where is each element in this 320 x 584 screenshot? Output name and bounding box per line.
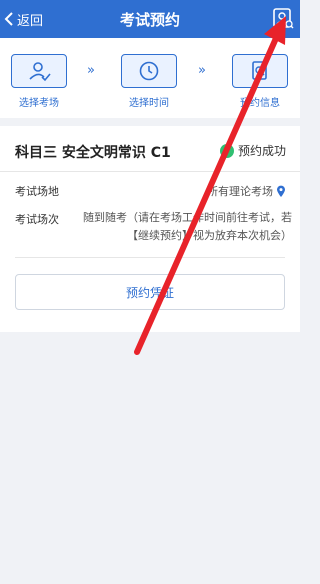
status-badge: ✓ 预约成功 — [219, 142, 286, 159]
voucher-button[interactable]: 预约凭证 — [15, 274, 285, 310]
divider — [0, 171, 300, 172]
session-value: 随到随考（请在考场工作时间前往考试，若【继续预约】视为放弃本次机会） — [83, 211, 292, 242]
back-button[interactable]: 返回 — [4, 0, 43, 38]
step-label: 预约信息 — [240, 98, 280, 109]
step-select-time: 选择时间 — [120, 54, 178, 109]
user-record-icon[interactable] — [272, 7, 294, 29]
step-progress: 选择考场 » 选择时间 » 预约信息 — [0, 38, 300, 118]
step-separator: » — [87, 63, 95, 78]
appointment-card: 科目三 安全文明常识 C1 ✓ 预约成功 考试场地 所有理论考场 考试场次 随到… — [0, 126, 300, 332]
venue-label: 考试场地 — [15, 185, 59, 198]
back-label: 返回 — [17, 13, 44, 29]
divider — [15, 257, 285, 258]
step-booking-info: 预约信息 — [231, 54, 289, 109]
step-select-venue: 选择考场 — [10, 54, 68, 109]
exam-subject: 科目三 安全文明常识 C1 — [15, 145, 171, 161]
location-pin-icon — [277, 185, 285, 197]
user-check-icon — [29, 62, 51, 82]
step-box — [232, 54, 288, 88]
step-box — [121, 54, 177, 88]
document-search-icon — [252, 61, 267, 80]
page-title: 考试预约 — [119, 10, 180, 29]
check-circle-icon: ✓ — [219, 143, 234, 158]
step-separator: » — [198, 63, 206, 78]
chevron-left-icon — [4, 12, 13, 26]
step-box — [11, 54, 67, 88]
clock-icon — [139, 61, 159, 81]
top-nav-bar: 返回 考试预约 — [0, 0, 300, 38]
status-text: 预约成功 — [237, 144, 286, 158]
session-label: 考试场次 — [15, 213, 59, 226]
step-label: 选择时间 — [129, 98, 169, 109]
venue-value-row: 所有理论考场 — [207, 183, 286, 199]
step-label: 选择考场 — [19, 98, 59, 109]
venue-value: 所有理论考场 — [207, 185, 273, 198]
